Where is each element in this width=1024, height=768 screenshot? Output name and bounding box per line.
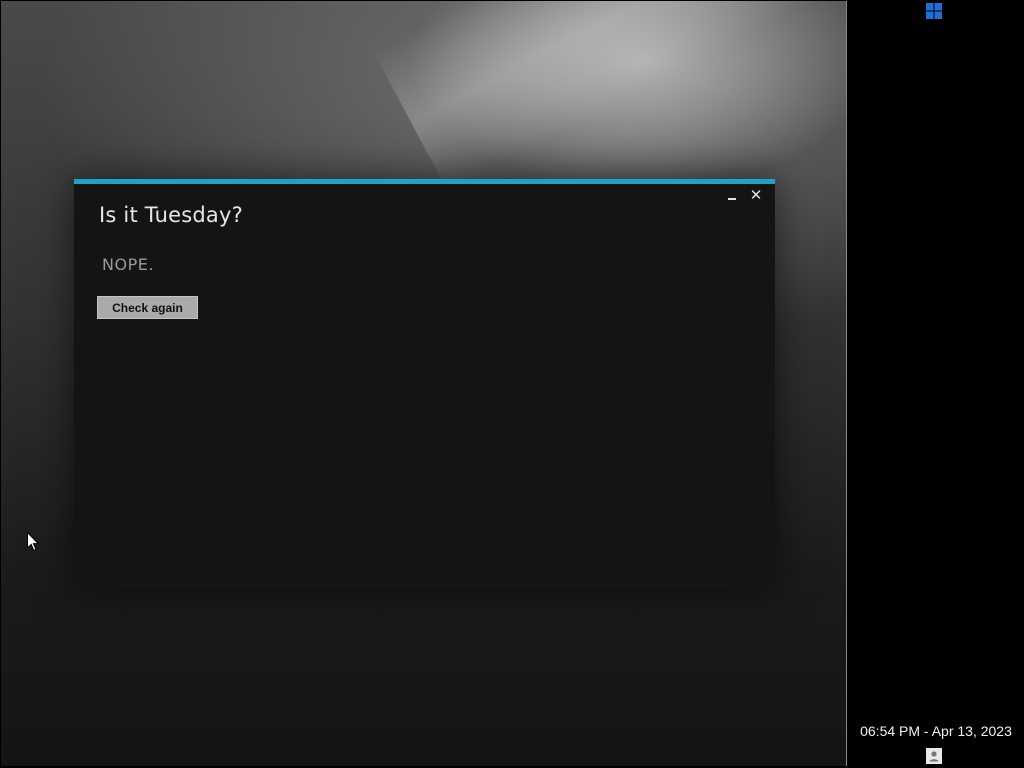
taskbar-clock[interactable]: 06:54 PM - Apr 13, 2023 [848,723,1024,739]
close-button[interactable]: ✕ [748,187,764,203]
window-title: Is it Tuesday? [99,203,243,227]
answer-text: NOPE. [102,255,154,274]
wallpaper-light-streak [373,1,846,194]
user-icon[interactable] [926,748,942,764]
desktop-background: ✕ Is it Tuesday? NOPE. Check again [1,1,847,766]
check-again-button[interactable]: Check again [97,296,198,319]
screen: ✕ Is it Tuesday? NOPE. Check again 06:54… [0,0,1024,768]
close-icon: ✕ [749,186,763,204]
minimize-icon [728,198,736,200]
taskbar [848,0,1024,768]
mouse-pointer-icon [27,532,39,552]
windows-start-icon[interactable] [926,3,942,19]
window-accent-bar [74,179,775,184]
minimize-button[interactable] [724,187,740,203]
app-window: ✕ Is it Tuesday? NOPE. Check again [74,179,775,589]
